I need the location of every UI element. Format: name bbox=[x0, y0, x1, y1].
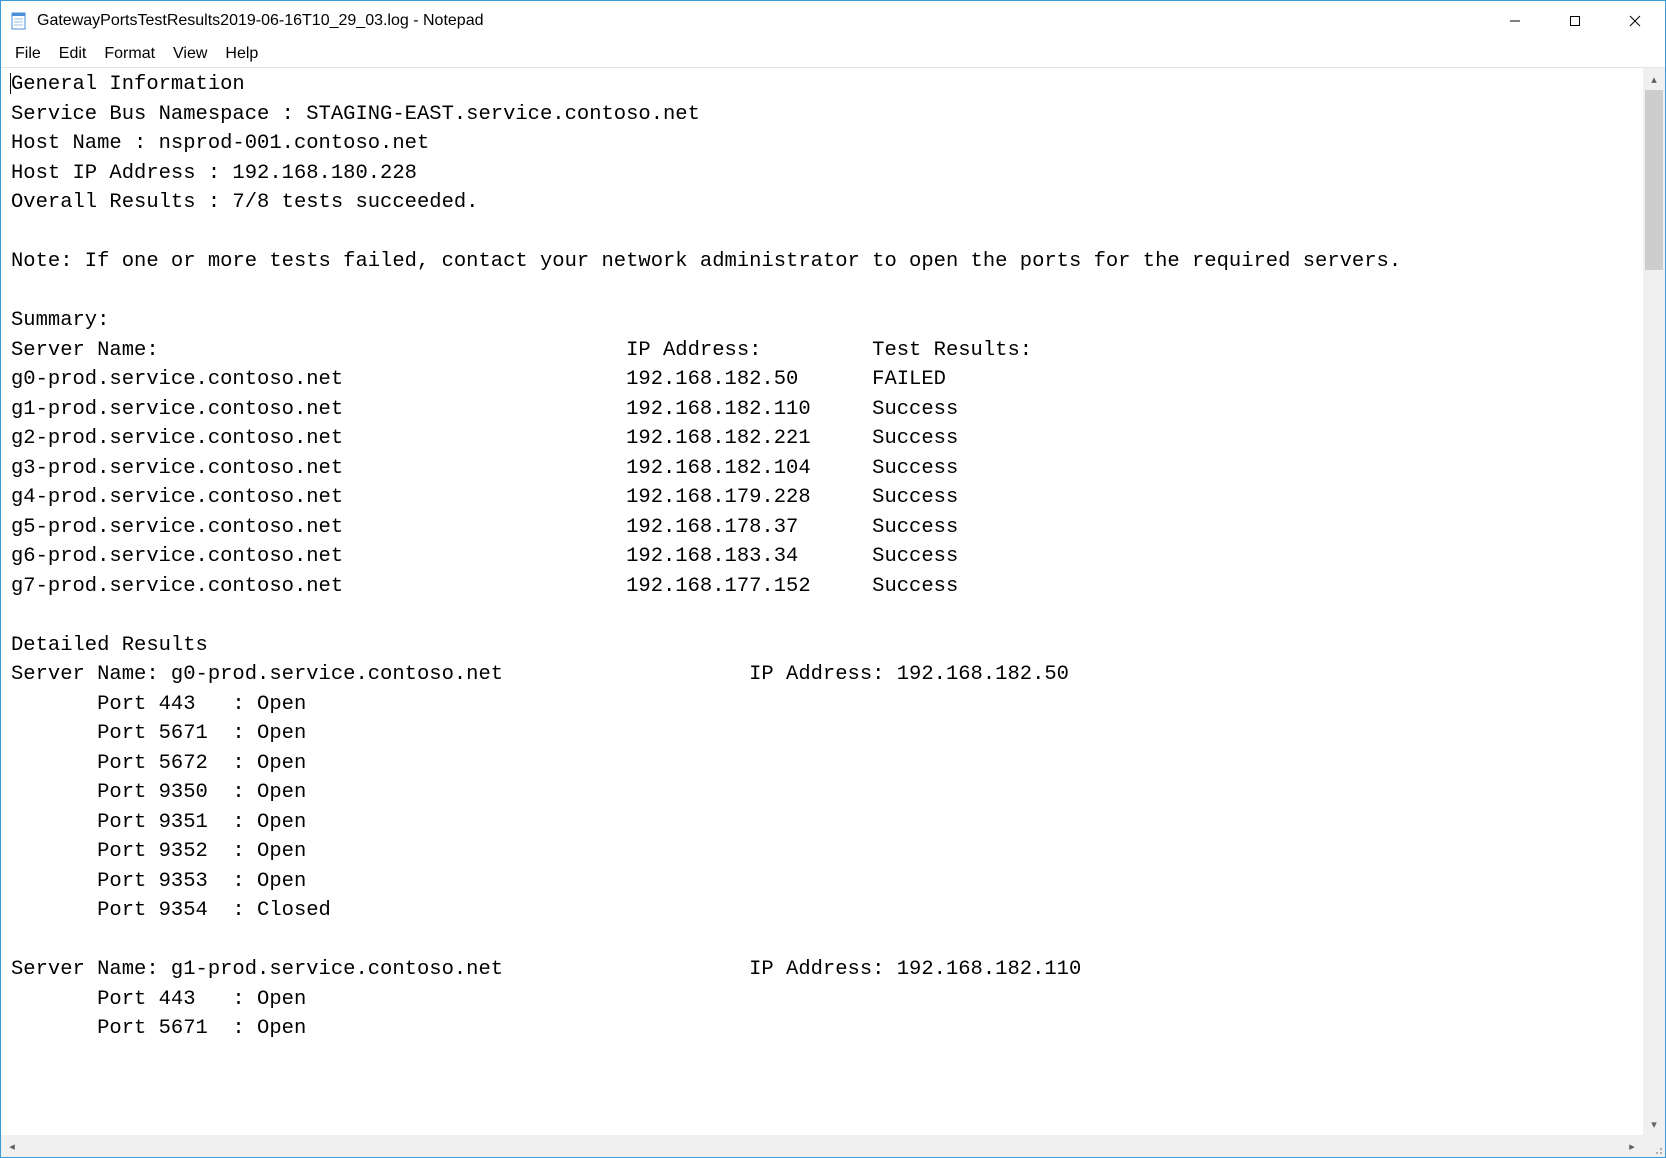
menu-edit[interactable]: Edit bbox=[51, 43, 95, 65]
close-button[interactable] bbox=[1605, 1, 1665, 41]
menu-file[interactable]: File bbox=[7, 43, 49, 65]
scroll-down-arrow-icon[interactable]: ▾ bbox=[1643, 1113, 1665, 1135]
scroll-left-arrow-icon[interactable]: ◂ bbox=[1, 1135, 23, 1157]
notepad-app-icon bbox=[9, 11, 29, 31]
menu-view[interactable]: View bbox=[165, 43, 215, 65]
menu-format[interactable]: Format bbox=[96, 43, 163, 65]
vertical-scrollbar[interactable]: ▴ ▾ bbox=[1643, 68, 1665, 1135]
client-area: General Information Service Bus Namespac… bbox=[1, 67, 1665, 1135]
titlebar[interactable]: GatewayPortsTestResults2019-06-16T10_29_… bbox=[1, 1, 1665, 41]
maximize-button[interactable] bbox=[1545, 1, 1605, 41]
hscroll-track[interactable] bbox=[23, 1135, 1621, 1157]
scroll-thumb[interactable] bbox=[1645, 90, 1663, 270]
text-editor[interactable]: General Information Service Bus Namespac… bbox=[1, 68, 1643, 1135]
scroll-right-arrow-icon[interactable]: ▸ bbox=[1621, 1135, 1643, 1157]
menu-help[interactable]: Help bbox=[217, 43, 266, 65]
window-title: GatewayPortsTestResults2019-06-16T10_29_… bbox=[37, 12, 484, 30]
minimize-button[interactable] bbox=[1485, 1, 1545, 41]
horizontal-scrollbar[interactable]: ◂ ▸ bbox=[1, 1135, 1665, 1157]
scroll-up-arrow-icon[interactable]: ▴ bbox=[1643, 68, 1665, 90]
scroll-track[interactable] bbox=[1643, 90, 1665, 1113]
menubar: File Edit Format View Help bbox=[1, 41, 1665, 67]
window-controls bbox=[1485, 1, 1665, 41]
notepad-window: GatewayPortsTestResults2019-06-16T10_29_… bbox=[0, 0, 1666, 1158]
resize-grip-icon[interactable] bbox=[1643, 1135, 1665, 1157]
